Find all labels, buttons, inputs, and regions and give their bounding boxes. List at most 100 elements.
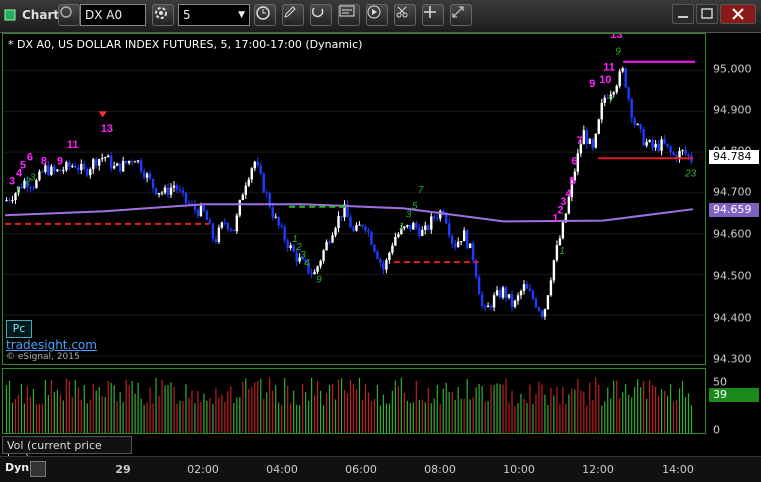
candle-body [495, 290, 499, 296]
candle-body [382, 262, 385, 270]
candle-body [47, 165, 50, 176]
minimize-button[interactable] [672, 4, 694, 24]
candle-body [492, 295, 496, 308]
candle-body [80, 163, 83, 171]
candle-body [310, 273, 313, 275]
countdown-label: 1 [559, 246, 565, 257]
play-icon[interactable] [366, 4, 388, 26]
candle-body [483, 305, 487, 308]
chart-window-icon [4, 9, 16, 21]
tradesight-link[interactable]: tradesight.com [6, 338, 97, 352]
candle-body [77, 167, 80, 171]
maximize-button[interactable] [696, 4, 718, 24]
symbol-input[interactable]: DX A0 [80, 4, 146, 26]
pencil-icon[interactable] [282, 4, 304, 26]
candle-body [340, 216, 343, 218]
candle-body [660, 139, 663, 151]
candle-body [555, 245, 559, 261]
volume-pane[interactable] [2, 368, 706, 434]
candle-body [591, 139, 594, 148]
candle-body [666, 143, 669, 147]
time-tick-label: 29 [115, 463, 131, 476]
candle-body [325, 241, 328, 251]
candle-body [540, 310, 544, 317]
candle-body [142, 171, 146, 178]
candle-body [642, 129, 645, 146]
candle-body [136, 160, 140, 162]
candle-body [654, 143, 657, 148]
move-icon[interactable] [422, 4, 444, 26]
volume-study-tab[interactable]: Vol (current price bar) [2, 436, 132, 465]
candle-body [56, 169, 59, 172]
candle-body [217, 227, 221, 242]
time-axis[interactable]: Dyn 29 02:00 04:00 06:00 08:00 10:00 12:… [0, 456, 761, 482]
setup-count-label: 7 [576, 135, 582, 147]
candle-body [115, 163, 119, 166]
candle-body [489, 305, 493, 308]
candle-body [53, 166, 56, 172]
candle-body [445, 214, 448, 224]
candle-body [205, 210, 209, 221]
price-axis[interactable]: 95.000 94.900 94.800 94.700 94.600 94.50… [707, 33, 761, 366]
time-tick-label: 14:00 [662, 463, 694, 476]
candle-body [648, 140, 651, 142]
clock-icon[interactable] [254, 4, 276, 26]
candle-body [525, 284, 529, 289]
candle-body [588, 139, 591, 144]
price-tick-label: 94.300 [713, 352, 752, 366]
volume-tick-label: 0 [713, 423, 720, 437]
candle-body [223, 222, 227, 224]
candle-body [657, 143, 660, 151]
candle-body [109, 155, 113, 169]
candle-body [32, 187, 35, 189]
candle-body [486, 305, 490, 308]
pc-button[interactable]: Pc [6, 320, 32, 338]
cursor-icon[interactable] [310, 4, 332, 26]
candle-body [504, 287, 508, 298]
link-icon[interactable] [58, 4, 80, 26]
setup-count-label: 10 [599, 74, 611, 86]
candle-body [528, 288, 532, 292]
close-button[interactable] [720, 4, 756, 24]
symbol-value: DX A0 [85, 8, 123, 22]
candle-body [558, 238, 562, 246]
candle-body [295, 251, 298, 262]
scale-icon[interactable] [450, 4, 472, 26]
candle-body [534, 298, 538, 308]
link-charts-icon[interactable] [30, 461, 46, 477]
interval-input[interactable]: 5 ▼ [178, 4, 250, 26]
countdown-label: 9 [615, 46, 621, 57]
setup-count-label: 6 [27, 151, 33, 163]
candle-body [370, 232, 373, 245]
candle-body [220, 222, 224, 228]
data-window-icon[interactable] [338, 4, 360, 26]
price-tick-label: 94.400 [713, 311, 752, 325]
price-tick-label: 94.700 [713, 185, 752, 199]
candle-body [651, 140, 654, 148]
candle-body [465, 230, 469, 249]
setup-count-label: 9 [57, 155, 63, 167]
gear-icon[interactable] [152, 4, 174, 26]
cut-icon[interactable] [394, 4, 416, 26]
candle-body [208, 220, 212, 224]
price-tick-label: 94.900 [713, 103, 752, 117]
time-tick-label: 08:00 [424, 463, 456, 476]
price-chart[interactable]: 3 4 5 6 8 9 11 13 1 2 3 4 5 6 7 9 10 11 13 1 2 3 1 2 3 4 9 1 3 5 7 1 7 9 2… [2, 33, 706, 365]
candle-body [672, 152, 675, 156]
candle-body [684, 150, 687, 155]
candle-body [406, 224, 409, 227]
candle-body [582, 130, 586, 145]
candle-body [453, 243, 457, 248]
candle-body [459, 241, 463, 243]
candle-body [462, 230, 466, 242]
candle-body [232, 229, 236, 232]
countdown-label: 5 [412, 201, 418, 212]
candle-body [169, 187, 173, 195]
setup-count-label: 13 [101, 123, 113, 135]
candle-body [235, 215, 239, 232]
setup-count-label: 6 [571, 155, 577, 167]
candle-body [615, 85, 618, 93]
candle-body [418, 227, 421, 236]
candle-body [247, 179, 250, 186]
candle-body [600, 102, 603, 120]
